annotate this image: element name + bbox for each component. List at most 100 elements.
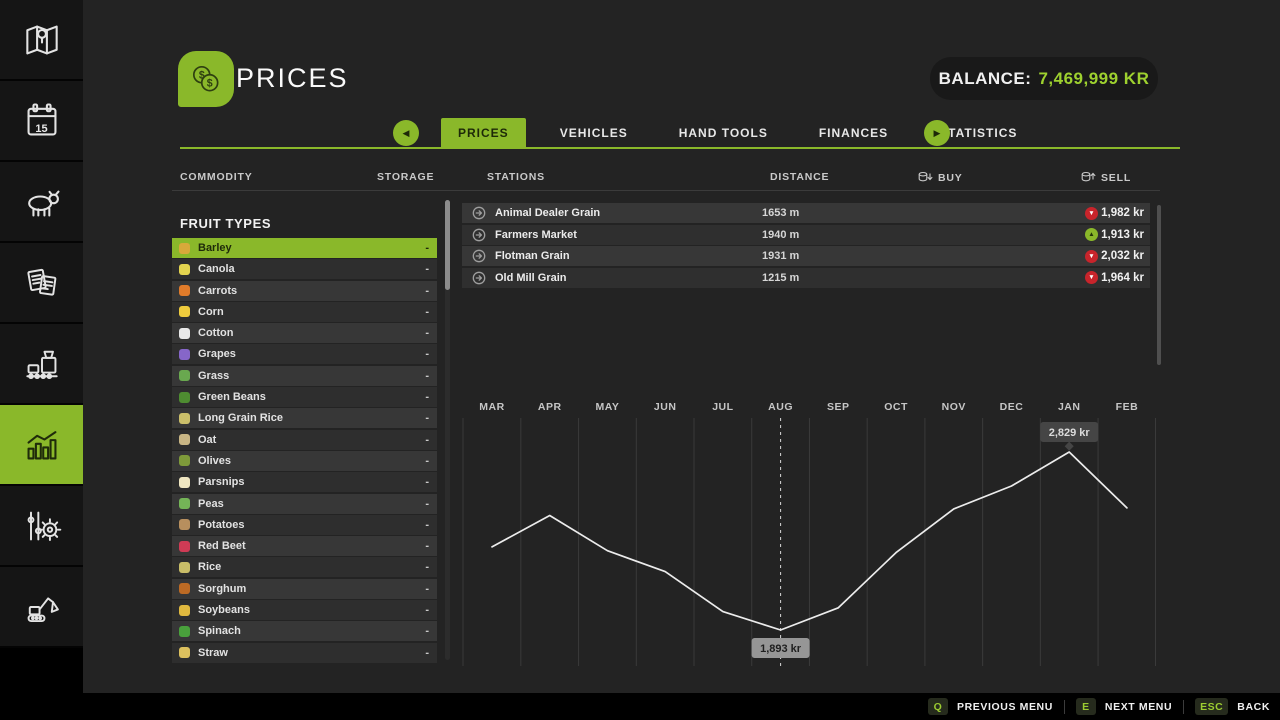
station-price: 1,982 kr xyxy=(1101,207,1144,219)
commodity-row-olives[interactable]: Olives- xyxy=(172,451,437,471)
goto-station-icon[interactable] xyxy=(472,249,486,263)
svg-text:DEC: DEC xyxy=(1000,401,1024,413)
price-trend-up-icon: ▲ xyxy=(1085,228,1098,241)
commodity-row-red-beet[interactable]: Red Beet- xyxy=(172,536,437,556)
tab-finances[interactable]: FINANCES xyxy=(802,118,905,148)
svg-text:JAN: JAN xyxy=(1058,401,1081,413)
tab-underline xyxy=(180,147,1180,149)
commodity-icon xyxy=(179,626,190,637)
commodity-icon xyxy=(179,328,190,339)
commodity-row-corn[interactable]: Corn - xyxy=(172,302,437,322)
commodity-icon xyxy=(179,392,190,403)
tab-vehicles[interactable]: VEHICLES xyxy=(543,118,645,148)
svg-text:1,893 kr: 1,893 kr xyxy=(760,643,802,655)
commodity-icon xyxy=(179,285,190,296)
svg-text:JUN: JUN xyxy=(654,401,677,413)
commodity-storage-value: - xyxy=(425,370,429,382)
commodity-storage-value: - xyxy=(425,391,429,403)
hint-label: BACK xyxy=(1237,701,1270,713)
commodity-row-potatoes[interactable]: Potatoes- xyxy=(172,515,437,535)
commodity-storage-value: - xyxy=(425,583,429,595)
commodity-row-barley[interactable]: Barley- xyxy=(172,238,437,258)
commodity-row-cotton[interactable]: Cotton- xyxy=(172,323,437,343)
commodity-label: Corn xyxy=(198,306,224,318)
commodity-storage-value: - xyxy=(425,327,429,339)
tab-prices[interactable]: PRICES xyxy=(441,118,526,148)
sidebar-item-calendar[interactable]: 15 xyxy=(0,81,83,162)
svg-text:OCT: OCT xyxy=(884,401,908,413)
station-row-farmers-market[interactable]: Farmers Market1940 m▲1,913 kr xyxy=(462,225,1150,245)
station-row-flotman-grain[interactable]: Flotman Grain1931 m▼2,032 kr xyxy=(462,246,1150,266)
commodity-storage-value: - xyxy=(425,647,429,659)
commodity-row-sorghum[interactable]: Sorghum- xyxy=(172,579,437,599)
svg-text:NOV: NOV xyxy=(942,401,966,413)
commodity-row-carrots[interactable]: Carrots - xyxy=(172,281,437,301)
commodity-storage-value: - xyxy=(425,540,429,552)
calendar-icon xyxy=(20,99,64,143)
buy-coins-icon xyxy=(918,171,933,184)
sidebar-item-production[interactable] xyxy=(0,324,83,405)
station-distance: 1653 m xyxy=(762,207,799,219)
sidebar-item-settings[interactable] xyxy=(0,486,83,567)
commodity-label: Carrots xyxy=(198,285,237,297)
column-header-storage: STORAGE xyxy=(377,171,434,183)
commodity-scrollbar[interactable] xyxy=(445,200,450,660)
goto-station-icon[interactable] xyxy=(472,206,486,220)
station-distance: 1940 m xyxy=(762,229,799,241)
keycap-q: Q xyxy=(928,698,948,715)
column-header-distance: DISTANCE xyxy=(770,171,829,183)
commodity-row-parsnips[interactable]: Parsnips- xyxy=(172,472,437,492)
commodity-icon xyxy=(179,498,190,509)
scrollbar-thumb[interactable] xyxy=(445,200,450,290)
arrow-right-icon: ▶ xyxy=(934,128,941,139)
commodity-row-oat[interactable]: Oat- xyxy=(172,430,437,450)
commodity-storage-value: - xyxy=(425,306,429,318)
station-distance: 1215 m xyxy=(762,272,799,284)
hint-previous-menu[interactable]: QPREVIOUS MENU xyxy=(928,698,1053,715)
commodity-row-soybeans[interactable]: Soybeans- xyxy=(172,600,437,620)
price-trend-down-icon: ▼ xyxy=(1085,271,1098,284)
commodity-row-long-grain-rice[interactable]: Long Grain Rice- xyxy=(172,408,437,428)
commodity-label: Canola xyxy=(198,263,235,275)
tab-next-button[interactable]: ▶ xyxy=(924,120,950,146)
arrow-left-icon: ◀ xyxy=(403,128,410,139)
goto-station-icon[interactable] xyxy=(472,271,486,285)
commodity-row-grass[interactable]: Grass- xyxy=(172,366,437,386)
commodity-icon xyxy=(179,349,190,360)
commodity-storage-value: - xyxy=(425,455,429,467)
commodity-row-rice[interactable]: Rice- xyxy=(172,557,437,577)
commodity-label: Rice xyxy=(198,561,221,573)
coins-icon: $ $ xyxy=(178,51,234,107)
hint-back[interactable]: ESCBACK xyxy=(1195,698,1270,715)
column-header-stations: STATIONS xyxy=(487,171,545,183)
commodity-storage-value: - xyxy=(425,625,429,637)
station-row-animal-dealer-grain[interactable]: Animal Dealer Grain1653 m▼1,982 kr xyxy=(462,203,1150,223)
station-row-old-mill-grain[interactable]: Old Mill Grain1215 m▼1,964 kr xyxy=(462,268,1150,288)
column-header-commodity: COMMODITY xyxy=(180,171,253,183)
commodity-row-green-beans[interactable]: Green Beans - xyxy=(172,387,437,407)
commodity-storage-value: - xyxy=(425,285,429,297)
commodity-icon xyxy=(179,434,190,445)
sidebar-item-map[interactable] xyxy=(0,0,83,81)
commodity-row-peas[interactable]: Peas- xyxy=(172,494,437,514)
commodity-icon xyxy=(179,519,190,530)
commodity-label: Green Beans xyxy=(198,391,266,403)
commodity-row-straw[interactable]: Straw- xyxy=(172,643,437,663)
tab-prev-button[interactable]: ◀ xyxy=(393,120,419,146)
commodity-row-spinach[interactable]: Spinach- xyxy=(172,621,437,641)
sidebar-item-animals[interactable] xyxy=(0,162,83,243)
station-scrollbar[interactable] xyxy=(1157,205,1161,365)
sidebar-item-contracts[interactable] xyxy=(0,243,83,324)
svg-text:APR: APR xyxy=(538,401,562,413)
sidebar-item-construction[interactable] xyxy=(0,567,83,648)
sidebar-item-statistics[interactable] xyxy=(0,405,83,486)
station-name: Animal Dealer Grain xyxy=(495,207,600,219)
station-list: Animal Dealer Grain1653 m▼1,982 krFarmer… xyxy=(462,203,1150,289)
goto-station-icon[interactable] xyxy=(472,228,486,242)
commodity-label: Parsnips xyxy=(198,476,244,488)
commodity-row-canola[interactable]: Canola- xyxy=(172,259,437,279)
hint-divider xyxy=(1183,700,1184,714)
commodity-row-grapes[interactable]: Grapes- xyxy=(172,344,437,364)
hint-next-menu[interactable]: ENEXT MENU xyxy=(1076,698,1172,715)
tab-hand-tools[interactable]: HAND TOOLS xyxy=(662,118,785,148)
